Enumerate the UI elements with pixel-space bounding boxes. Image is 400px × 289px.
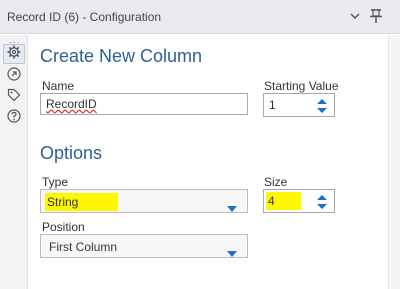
position-dropdown[interactable]: First Column	[40, 234, 248, 258]
type-dropdown-value: String	[45, 193, 119, 211]
name-input-value: RecordID	[46, 97, 97, 111]
vertical-scrollbar[interactable]	[388, 35, 400, 289]
create-new-column-heading: Create New Column	[40, 46, 203, 66]
name-input[interactable]: RecordID	[40, 93, 248, 115]
starting-value-label: Starting Value	[264, 79, 339, 93]
sidebar-item-configuration[interactable]	[3, 44, 25, 64]
sidebar-item-navigate[interactable]	[3, 66, 25, 86]
window-title: Record ID (6) - Configuration	[7, 10, 162, 24]
navigate-icon	[7, 66, 21, 86]
tag-icon	[7, 88, 21, 107]
gear-icon	[7, 45, 21, 64]
sidebar-item-help[interactable]	[3, 108, 25, 128]
help-icon	[7, 108, 21, 128]
chevron-down-icon	[227, 199, 237, 212]
position-label: Position	[42, 220, 85, 234]
sidebar-item-annotation[interactable]	[3, 87, 25, 107]
starting-value-stepper[interactable]: 1	[263, 93, 335, 117]
starting-value-value: 1	[269, 98, 276, 112]
size-stepper[interactable]: 4	[263, 189, 335, 213]
type-label: Type	[42, 175, 69, 189]
stepper-arrows-icon[interactable]	[316, 97, 328, 115]
stepper-arrows-icon[interactable]	[316, 193, 328, 211]
sidebar: ...	[0, 35, 28, 289]
size-label: Size	[264, 175, 288, 189]
name-label: Name	[42, 79, 75, 93]
type-dropdown[interactable]: String	[40, 189, 248, 213]
title-bar: Record ID (6) - Configuration	[0, 0, 400, 34]
pin-icon[interactable]	[369, 8, 383, 24]
options-heading: Options	[40, 143, 103, 163]
chevron-down-icon	[227, 244, 237, 257]
position-dropdown-value: First Column	[49, 240, 118, 254]
chevron-down-icon[interactable]	[349, 9, 361, 23]
size-value: 4	[266, 192, 301, 210]
